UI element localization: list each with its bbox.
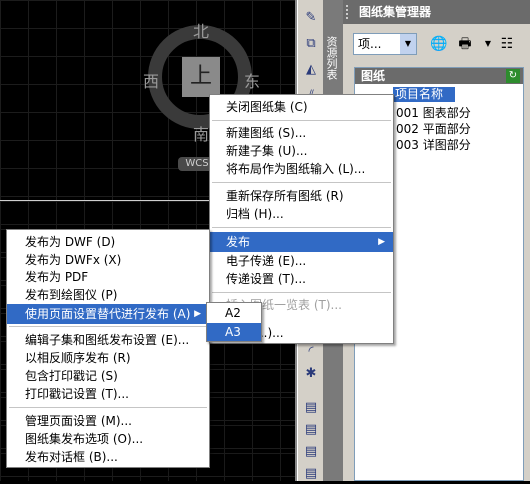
menu-item-etransmit[interactable]: 电子传递 (E)...	[210, 251, 393, 271]
menu-item-publish-pdf[interactable]: 发布为 PDF	[7, 267, 209, 287]
menu-item-close-sheet-set[interactable]: 关闭图纸集 (C)	[210, 97, 393, 117]
menu-item-manage-page-setups[interactable]: 管理页面设置 (M)...	[7, 411, 209, 431]
fillet-icon[interactable]: ◜	[301, 342, 321, 362]
sheet-set-combo[interactable]: 项... ▼	[353, 33, 417, 55]
publish-submenu: 发布为 DWF (D) 发布为 DWFx (X) 发布为 PDF 发布到绘图仪 …	[6, 229, 210, 468]
menu-item-a2[interactable]: A2	[207, 304, 261, 322]
viewcube-south[interactable]: 南	[193, 121, 209, 145]
palette-tab-label[interactable]: 资源列表	[325, 36, 339, 80]
menu-item-publish-plotter[interactable]: 发布到绘图仪 (P)	[7, 285, 209, 305]
layer-icon[interactable]: ▤	[301, 464, 321, 484]
tree-view-icon[interactable]: ☷	[495, 33, 519, 55]
menu-separator	[212, 227, 391, 228]
layer-icon[interactable]: ▤	[301, 398, 321, 418]
menu-separator	[212, 120, 391, 121]
menu-item-plot-stamp-settings[interactable]: 打印戳记设置 (T)...	[7, 384, 209, 404]
menu-item-a3[interactable]: A3	[207, 323, 261, 341]
chevron-down-icon[interactable]: ▼	[400, 34, 416, 54]
globe-icon[interactable]: 🌐	[427, 33, 451, 55]
menu-separator	[212, 292, 391, 293]
print-icon[interactable]: 🖶	[453, 33, 477, 55]
menu-item-publish-options[interactable]: 图纸集发布选项 (O)...	[7, 429, 209, 449]
explode-icon[interactable]: ✱	[301, 364, 321, 384]
menu-separator	[212, 182, 391, 183]
menu-item-new-subset[interactable]: 新建子集 (U)...	[210, 141, 393, 161]
mirror-icon[interactable]: ◭	[301, 60, 321, 80]
menu-item-new-sheet[interactable]: 新建图纸 (S)...	[210, 123, 393, 143]
viewcube-east[interactable]: 东	[244, 68, 260, 92]
tree-item[interactable]: 003 详图部分	[396, 136, 471, 153]
menu-item-reverse-order[interactable]: 以相反顺序发布 (R)	[7, 348, 209, 368]
override-submenu: A2 A3	[206, 302, 262, 342]
viewcube-north[interactable]: 北	[193, 18, 209, 42]
menu-separator	[9, 326, 207, 327]
menu-separator	[9, 407, 207, 408]
copy-icon[interactable]: ⧉	[301, 34, 321, 54]
menu-item-transmittal-setup[interactable]: 传递设置 (T)...	[210, 269, 393, 289]
menu-item-publish-dwf[interactable]: 发布为 DWF (D)	[7, 232, 209, 252]
tree-item[interactable]: 002 平面部分	[396, 120, 471, 137]
menu-item-page-setup-override[interactable]: 使用页面设置替代进行发布 (A) ▶	[7, 304, 209, 324]
submenu-arrow-icon: ▶	[378, 237, 385, 247]
menu-item-publish-dialog[interactable]: 发布对话框 (B)...	[7, 447, 209, 467]
tree-item-project[interactable]: 项目名称	[393, 87, 455, 102]
layer-icon[interactable]: ▤	[301, 420, 321, 440]
menu-item-label: 发布	[226, 235, 251, 249]
menu-item-resave-sheets[interactable]: 重新保存所有图纸 (R)	[210, 186, 393, 206]
tree-item[interactable]: 001 图表部分	[396, 104, 471, 121]
panel-title: 图纸集管理器	[359, 5, 432, 19]
refresh-icon[interactable]: ↻	[506, 69, 520, 83]
sheet-section-header: 图纸	[355, 68, 523, 84]
viewcube-top-face[interactable]: 上	[182, 57, 220, 97]
submenu-arrow-icon: ▶	[194, 309, 201, 319]
grip-icon	[346, 5, 353, 19]
pencil-icon[interactable]: ✎	[301, 8, 321, 28]
viewcube-west[interactable]: 西	[143, 68, 159, 92]
menu-item-include-plot-stamp[interactable]: 包含打印戳记 (S)	[7, 366, 209, 386]
menu-item-import-layout[interactable]: 将布局作为图纸输入 (L)...	[210, 159, 393, 179]
layer-icon[interactable]: ▤	[301, 442, 321, 462]
menu-item-archive[interactable]: 归档 (H)...	[210, 204, 393, 224]
sheet-set-manager-header[interactable]: 图纸集管理器	[343, 0, 530, 24]
menu-item-publish[interactable]: 发布 ▶	[210, 232, 393, 252]
combo-value: 项...	[358, 37, 382, 51]
menu-item-label: 使用页面设置替代进行发布 (A)	[25, 307, 191, 321]
menu-item-edit-publish-settings[interactable]: 编辑子集和图纸发布设置 (E)...	[7, 330, 209, 350]
